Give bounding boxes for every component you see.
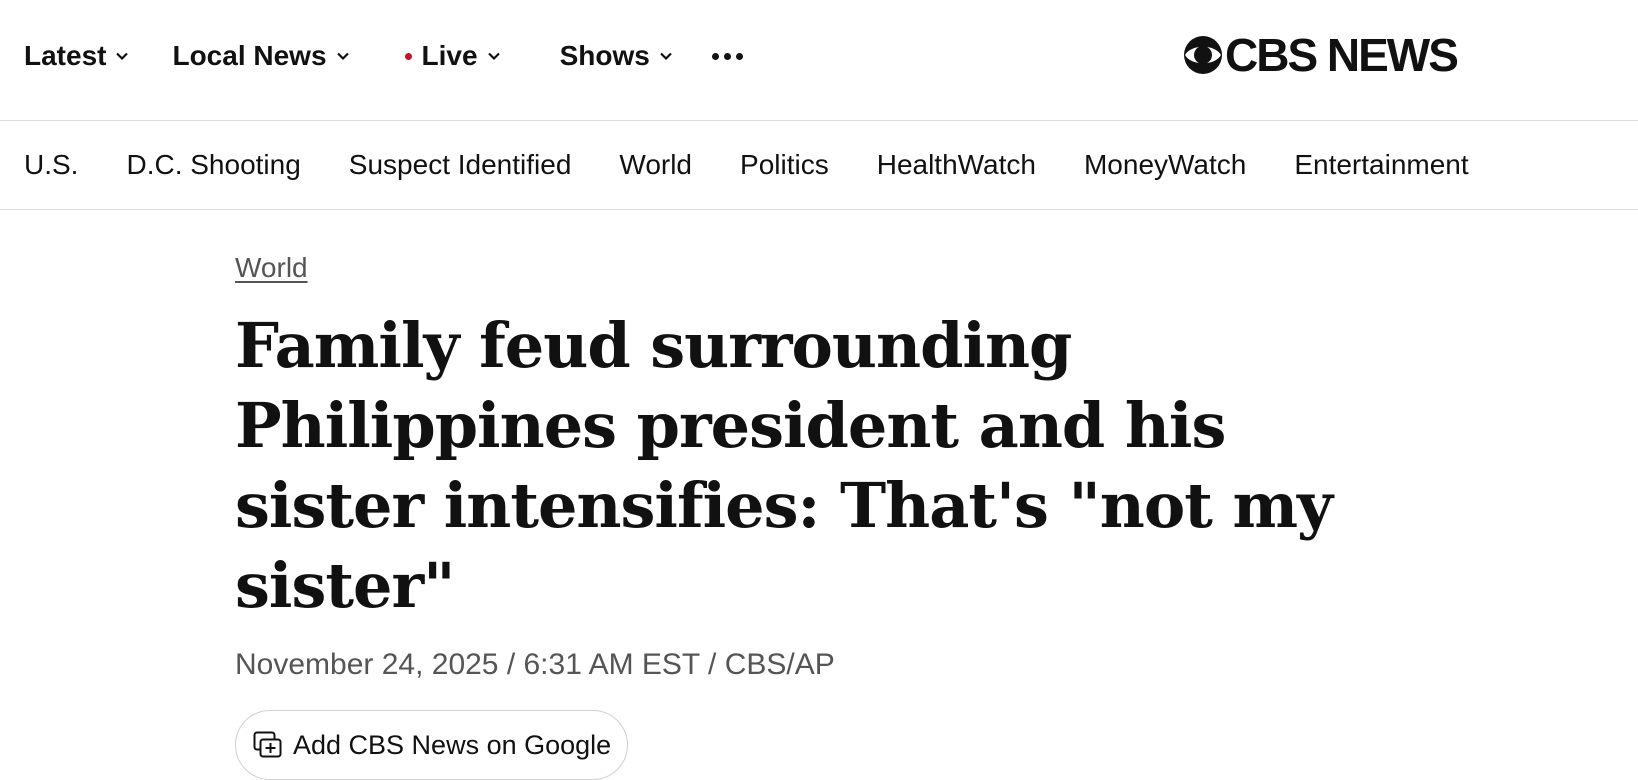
section-nav-politics[interactable]: Politics [740, 149, 829, 181]
chevron-down-icon [660, 52, 672, 61]
section-nav-healthwatch[interactable]: HealthWatch [877, 149, 1036, 181]
chevron-down-icon [336, 52, 349, 61]
logo-text: CBS NEWS [1225, 29, 1459, 81]
cbs-news-logo[interactable]: CBS NEWS [1183, 29, 1459, 81]
article-headline: Family feud surrounding Philippines pres… [235, 309, 1333, 622]
more-horizontal-icon[interactable] [711, 52, 743, 60]
chevron-down-icon [116, 52, 129, 61]
article-header: World Family feud surrounding Philippine… [235, 252, 1385, 780]
section-nav-world[interactable]: World [619, 149, 692, 181]
site-header: Latest Local News Live Shows CBS NEWS [0, 0, 1638, 121]
nav-live-label: Live [421, 40, 478, 71]
nav-shows-label: Shows [559, 40, 650, 71]
nav-local-news-label: Local News [172, 40, 327, 71]
nav-local-news[interactable]: Local News [172, 40, 350, 72]
article-byline: November 24, 2025 / 6:31 AM EST / CBS/AP [235, 648, 835, 681]
article-section-link[interactable]: World [235, 252, 308, 284]
primary-nav: Latest Local News Live Shows [24, 36, 743, 76]
chevron-down-icon [487, 52, 500, 61]
section-nav-dc-shooting[interactable]: D.C. Shooting [126, 149, 300, 181]
section-nav-entertainment[interactable]: Entertainment [1294, 149, 1468, 181]
section-nav: U.S. D.C. Shooting Suspect Identified Wo… [0, 121, 1638, 210]
section-nav-us[interactable]: U.S. [24, 149, 78, 181]
nav-live[interactable]: Live [404, 40, 502, 72]
section-nav-moneywatch[interactable]: MoneyWatch [1084, 149, 1246, 181]
live-indicator-dot [404, 52, 412, 60]
add-to-google-label: Add CBS News on Google [293, 729, 612, 760]
add-to-google-button[interactable]: Add CBS News on Google [235, 710, 629, 780]
nav-latest-label: Latest [24, 40, 107, 71]
add-source-icon [253, 731, 282, 758]
section-nav-suspect-identified[interactable]: Suspect Identified [349, 149, 572, 181]
nav-shows[interactable]: Shows [560, 40, 674, 72]
nav-latest[interactable]: Latest [24, 40, 130, 72]
cbs-eye-icon [1184, 36, 1222, 74]
